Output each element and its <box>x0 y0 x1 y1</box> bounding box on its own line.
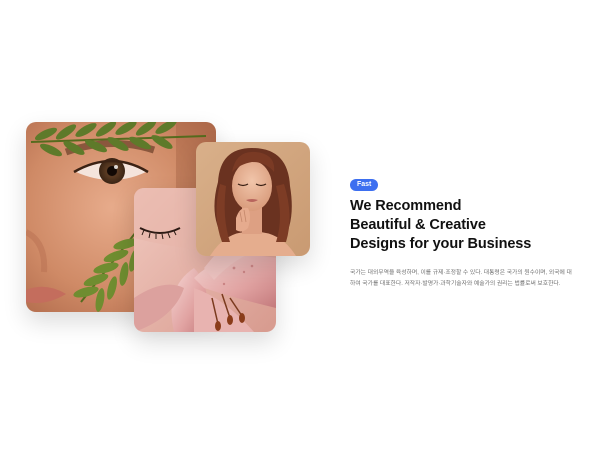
section-heading: We Recommend Beautiful & Creative Design… <box>350 197 586 254</box>
section-description: 국가는 대외무역을 육성하며, 이를 규제·조정할 수 있다. 대통령은 국가의… <box>350 268 586 290</box>
feature-content: Fast We Recommend Beautiful & Creative D… <box>350 173 586 290</box>
heading-line: Beautiful & Creative <box>350 217 486 233</box>
heading-line: Designs for your Business <box>350 236 532 252</box>
fast-badge: Fast <box>350 179 379 191</box>
image-collage <box>0 0 330 450</box>
heading-line: We Recommend <box>350 198 462 214</box>
description-line: 하여 국가를 대표한다. 저작자·발명가·과학기술자와 예술가의 권리는 법률로… <box>350 281 561 287</box>
woman-portrait-photo <box>196 142 310 256</box>
description-line: 국가는 대외무역을 육성하며, 이를 규제·조정할 수 있다. 대통령은 국가의… <box>350 270 572 276</box>
